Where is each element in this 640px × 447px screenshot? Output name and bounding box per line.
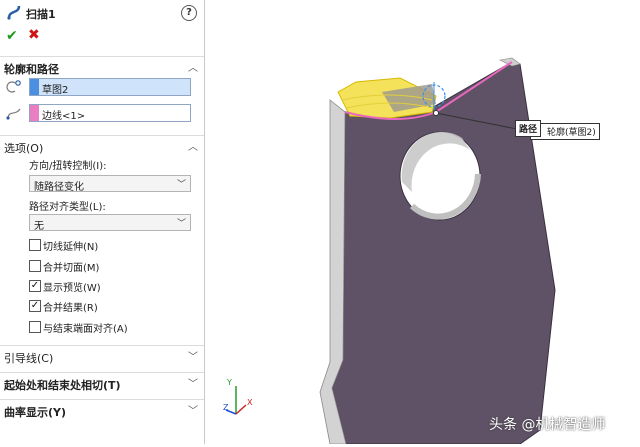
section-curvature-header[interactable]: 曲率显示(Y) ﹀: [0, 399, 204, 420]
path-color-swatch: [30, 105, 39, 121]
path-icon: [6, 108, 21, 120]
checkbox-label: 与结束端面对齐(A): [43, 324, 128, 335]
callout-path[interactable]: 路径: [515, 120, 542, 137]
property-manager: 扫描1 ? ✔ ✖ 轮廓和路径 ︿ 草图2 边线<1> 选项(O) ︿ 方向/扭…: [0, 0, 205, 444]
checkbox-box[interactable]: [29, 321, 41, 333]
path-value: 边线<1>: [42, 111, 86, 122]
profile-icon: [6, 80, 21, 93]
section-label: 曲率显示(Y): [4, 406, 67, 419]
checkbox-label: 合并结果(R): [43, 303, 98, 314]
path-align-label: 路径对齐类型(L):: [29, 202, 106, 213]
feature-title: 扫描1: [26, 8, 56, 21]
ok-button[interactable]: ✔: [6, 28, 18, 44]
section-guide-curves-header[interactable]: 引导线(C) ﹀: [0, 345, 204, 366]
section-profile-path-header[interactable]: 轮廓和路径 ︿: [0, 56, 204, 77]
profile-field[interactable]: 草图2: [29, 78, 191, 96]
profile-color-swatch: [30, 79, 39, 95]
triad-z-label: Z: [223, 403, 229, 412]
chevron-up-icon[interactable]: ︿: [188, 138, 198, 153]
help-icon[interactable]: ?: [181, 5, 197, 21]
profile-value: 草图2: [42, 85, 69, 96]
sweep-feature-icon: [7, 5, 21, 20]
graphics-viewport[interactable]: 轮廓(草图2) 路径 Y Z X: [205, 0, 640, 445]
section-tangency-header[interactable]: 起始处和结束处相切(T) ﹀: [0, 372, 204, 393]
pm-title-bar: 扫描1 ?: [0, 0, 204, 26]
section-label: 引导线(C): [4, 352, 54, 365]
section-label: 轮廓和路径: [4, 63, 59, 76]
part-top-edge: [499, 57, 521, 67]
path-align-value: 无: [34, 221, 44, 232]
section-options-header[interactable]: 选项(O) ︿: [0, 135, 204, 156]
section-label: 起始处和结束处相切(T): [4, 379, 121, 392]
chevron-down-icon[interactable]: ﹀: [188, 375, 198, 390]
triad-x-axis: [235, 404, 247, 415]
orientation-select[interactable]: 随路径变化 ﹀: [29, 175, 191, 193]
chevron-down-icon: ﹀: [176, 180, 186, 190]
chevron-down-icon[interactable]: ﹀: [188, 348, 198, 363]
checkbox-label: 显示预览(W): [43, 283, 101, 294]
checkbox-label: 切线延伸(N): [43, 242, 99, 253]
part-model: [225, 57, 556, 445]
checkbox-box[interactable]: ✓: [29, 300, 41, 312]
orientation-label: 方向/扭转控制(I):: [29, 161, 107, 172]
triad-y-label: Y: [227, 378, 232, 387]
cancel-button[interactable]: ✖: [28, 27, 40, 43]
section-label: 选项(O): [4, 142, 44, 155]
callout-anchor: [433, 110, 439, 116]
checkbox-box[interactable]: [29, 239, 41, 251]
chevron-down-icon: ﹀: [176, 219, 186, 229]
path-field[interactable]: 边线<1>: [29, 104, 191, 122]
checkbox-label: 合并切面(M): [43, 263, 100, 274]
chevron-up-icon[interactable]: ︿: [188, 59, 198, 74]
chevron-down-icon[interactable]: ﹀: [188, 402, 198, 417]
checkbox-box[interactable]: ✓: [29, 280, 41, 292]
triad-x-label: X: [247, 398, 253, 407]
checkbox-box[interactable]: [29, 260, 41, 272]
orientation-value: 随路径变化: [34, 182, 84, 193]
watermark: 头条 @机械智造师: [489, 417, 606, 433]
path-align-select[interactable]: 无 ﹀: [29, 214, 191, 232]
